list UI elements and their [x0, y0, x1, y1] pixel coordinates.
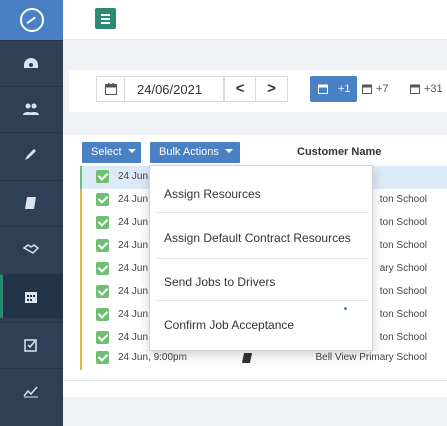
customer-name-header[interactable]: Customer Name — [297, 146, 381, 158]
menu-item-label: Assign Resources — [164, 187, 261, 201]
row-customer: ton School — [379, 286, 427, 297]
calendar-icon — [410, 84, 420, 94]
menu-toggle-button[interactable] — [95, 8, 116, 29]
calendar-icon — [105, 83, 117, 95]
row-date: 24 Jun — [118, 263, 149, 274]
book-icon[interactable] — [241, 353, 253, 363]
sidebar-item-book[interactable] — [0, 180, 63, 224]
chart-icon — [23, 386, 38, 398]
hamburger-icon — [101, 14, 110, 16]
bulk-actions-button[interactable]: Bulk Actions — [150, 142, 240, 163]
row-date: 24 Jun — [118, 332, 149, 343]
menu-item-assign-resources[interactable]: Assign Resources — [150, 166, 374, 210]
menu-item-confirm-job-acceptance[interactable]: Confirm Job Acceptance — [150, 301, 374, 345]
next-day-button[interactable]: > — [256, 76, 288, 102]
chevron-down-icon — [127, 149, 136, 153]
range-plus7-label: +7 — [376, 83, 389, 95]
row-customer: ton School — [379, 194, 427, 205]
dashboard-icon — [24, 58, 38, 68]
range-plus1-button[interactable]: +1 — [310, 76, 357, 102]
footer-divider — [63, 380, 447, 381]
bulk-actions-menu: Assign Resources Assign Default Contract… — [149, 165, 373, 351]
pencil-icon — [25, 149, 36, 160]
bulk-actions-label: Bulk Actions — [159, 146, 219, 158]
row-checkbox[interactable] — [96, 308, 109, 321]
row-date: 24 Jun — [118, 171, 149, 182]
hamburger-line — [101, 22, 110, 24]
menu-item-label: Confirm Job Acceptance — [164, 318, 295, 332]
book-icon — [25, 197, 36, 209]
row-checkbox[interactable] — [96, 262, 109, 275]
row-date: 24 Jun — [118, 286, 149, 297]
date-input[interactable]: 24/06/2021 — [124, 76, 224, 102]
row-customer: ton School — [379, 332, 427, 343]
top-bar — [63, 0, 447, 40]
sidebar-item-users[interactable] — [0, 86, 63, 130]
menu-item-assign-default-contract-resources[interactable]: Assign Default Contract Resources — [150, 213, 374, 257]
sidebar-item-edit[interactable] — [0, 132, 63, 176]
range-plus7-button[interactable]: +7 — [362, 76, 389, 102]
app-logo-icon — [20, 8, 44, 32]
range-plus31-label: +31 — [424, 83, 443, 95]
row-customer: ton School — [379, 240, 427, 251]
menu-item-label: Assign Default Contract Resources — [164, 231, 351, 245]
calendar-icon — [318, 84, 328, 94]
row-customer: ton School — [379, 217, 427, 228]
row-checkbox[interactable] — [96, 193, 109, 206]
hamburger-line — [101, 18, 110, 20]
row-checkbox[interactable] — [96, 170, 109, 183]
chevron-down-icon — [224, 149, 233, 153]
calendar-icon — [362, 84, 372, 94]
checklist-icon — [24, 339, 37, 352]
row-checkbox[interactable] — [96, 331, 109, 344]
app-logo[interactable] — [0, 0, 63, 40]
row-customer: Bell View Primary School — [315, 352, 427, 363]
handshake-icon — [23, 244, 39, 254]
cursor-dot — [344, 307, 347, 310]
menu-item-label: Send Jobs to Drivers — [164, 275, 276, 289]
sidebar-item-calendar[interactable] — [0, 274, 63, 318]
row-checkbox[interactable] — [96, 351, 109, 364]
row-date: 24 Jun, 9:00pm — [118, 352, 187, 363]
menu-item-send-jobs-to-drivers[interactable]: Send Jobs to Drivers — [150, 259, 374, 303]
row-customer: ton School — [379, 309, 427, 320]
row-date: 24 Jun — [118, 217, 149, 228]
sidebar-item-checklist[interactable] — [0, 322, 63, 366]
range-plus1-label: +1 — [338, 83, 351, 95]
sidebar-item-contracts[interactable] — [0, 226, 63, 270]
sidebar — [0, 0, 63, 426]
row-checkbox[interactable] — [96, 239, 109, 252]
users-icon — [23, 103, 39, 115]
row-checkbox[interactable] — [96, 285, 109, 298]
row-date: 24 Jun — [118, 240, 149, 251]
select-button[interactable]: Select — [82, 142, 141, 163]
row-customer: ary School — [379, 263, 427, 274]
row-date: 24 Jun — [118, 194, 149, 205]
row-date: 24 Jun — [118, 309, 149, 320]
calendar-icon — [25, 292, 37, 303]
calendar-picker-button[interactable] — [96, 76, 124, 102]
select-button-label: Select — [91, 146, 122, 158]
sidebar-item-reports[interactable] — [0, 368, 63, 412]
previous-day-button[interactable]: < — [224, 76, 256, 102]
range-plus31-button[interactable]: +31 — [410, 76, 443, 102]
sidebar-item-dashboard[interactable] — [0, 40, 63, 84]
row-checkbox[interactable] — [96, 216, 109, 229]
